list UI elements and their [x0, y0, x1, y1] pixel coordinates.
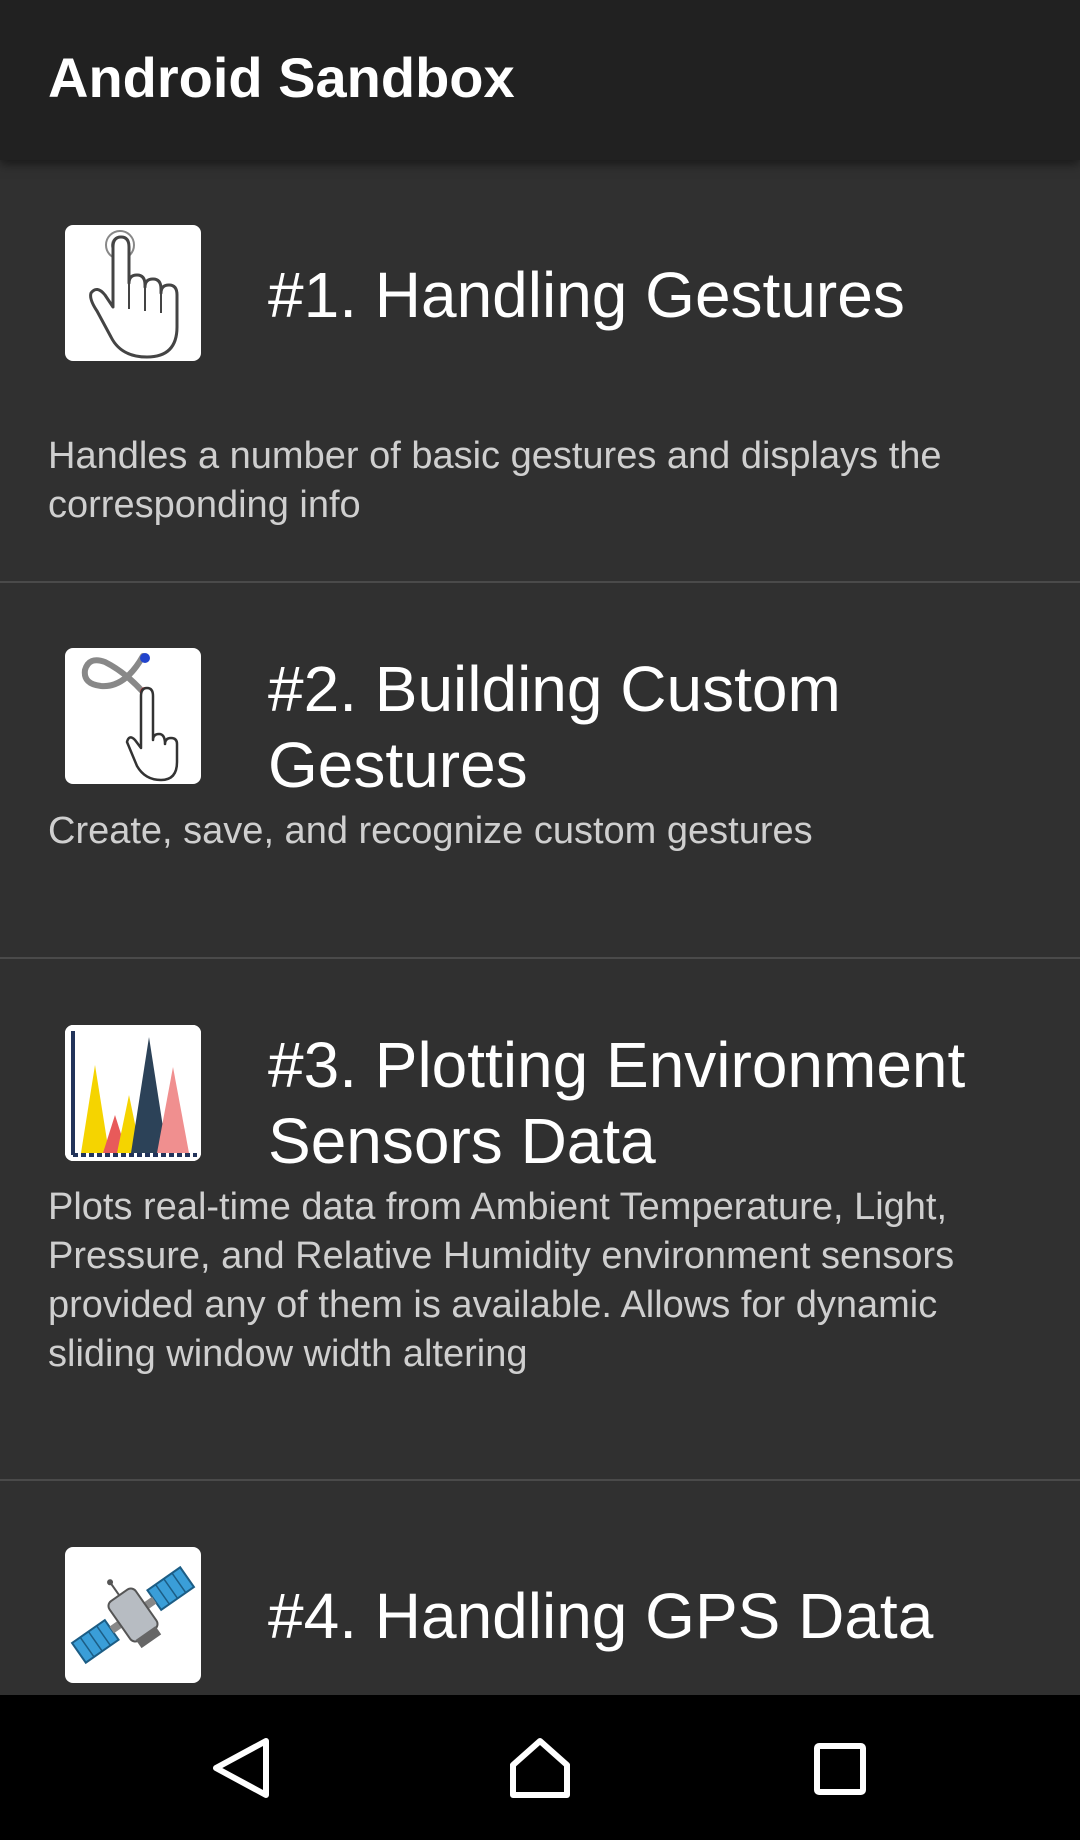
list-item-building-custom-gestures[interactable]: #2. Building Custom Gestures Create, sav…: [0, 583, 1080, 959]
navigation-bar: [0, 1695, 1080, 1840]
item-title: #1. Handling Gestures: [268, 259, 905, 331]
back-button[interactable]: [160, 1695, 320, 1840]
list-item-handling-gps-data[interactable]: #4. Handling GPS Data: [0, 1481, 1080, 1695]
home-button[interactable]: [460, 1695, 620, 1840]
demo-list[interactable]: #1. Handling Gestures Handles a number o…: [0, 160, 1080, 1695]
recents-button[interactable]: [760, 1695, 920, 1840]
list-item-plotting-environment-sensors-data[interactable]: #3. Plotting Environment Sensors Data Pl…: [0, 959, 1080, 1481]
item-description: Handles a number of basic gestures and d…: [48, 435, 942, 526]
app-bar: Android Sandbox: [0, 0, 1080, 160]
back-icon: [213, 1738, 269, 1798]
tap-gesture-icon: [65, 225, 201, 361]
home-icon: [510, 1738, 570, 1798]
item-description: Create, save, and recognize custom gestu…: [48, 810, 813, 852]
screen: Android Sandbox #1. Handling Gestures Ha…: [0, 0, 1080, 1840]
recents-icon: [814, 1743, 866, 1795]
custom-gesture-icon: [65, 648, 201, 784]
item-title: #3. Plotting Environment Sensors Data: [268, 1029, 966, 1177]
item-description: Plots real-time data from Ambient Temper…: [48, 1186, 955, 1375]
item-title: #4. Handling GPS Data: [268, 1580, 934, 1652]
chart-icon: [65, 1025, 201, 1161]
app-title: Android Sandbox: [48, 46, 515, 109]
list-item-handling-gestures[interactable]: #1. Handling Gestures Handles a number o…: [0, 160, 1080, 583]
satellite-icon: [65, 1547, 201, 1683]
item-title: #2. Building Custom Gestures: [268, 653, 841, 801]
